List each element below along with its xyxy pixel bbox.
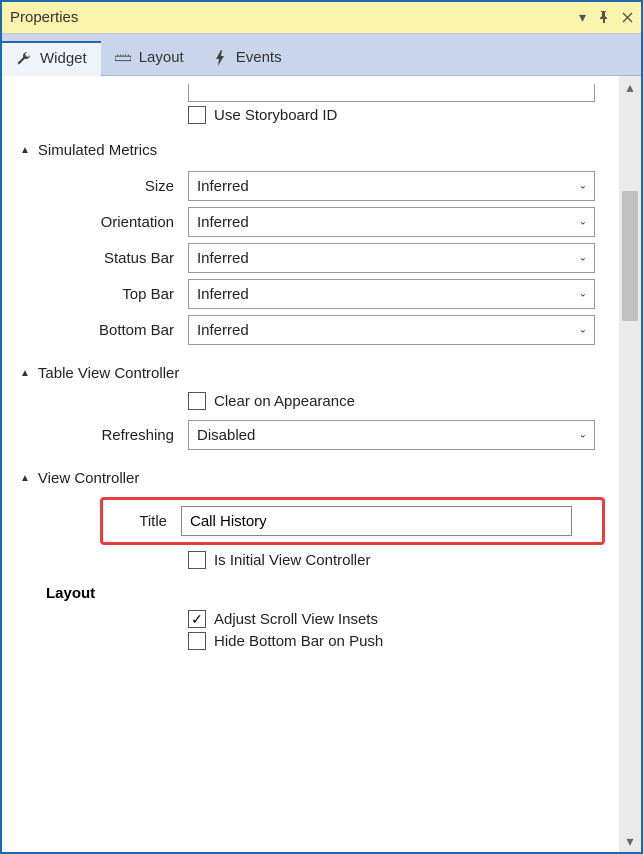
title-label: Title	[103, 513, 181, 530]
tab-label: Widget	[40, 50, 87, 67]
tab-events[interactable]: Events	[198, 40, 296, 75]
properties-content: Use Storyboard ID ▲ Simulated Metrics Si…	[2, 76, 619, 852]
scrollbar-thumb[interactable]	[622, 191, 638, 321]
panel-titlebar: Properties ▾	[2, 2, 641, 34]
section-table-view-controller[interactable]: ▲ Table View Controller	[2, 351, 615, 388]
refreshing-select[interactable]: ⌄	[188, 420, 595, 450]
titlebar-controls: ▾	[579, 9, 633, 26]
partial-field-above[interactable]	[188, 84, 595, 102]
title-input[interactable]	[181, 506, 572, 536]
is-initial-view-controller-checkbox[interactable]	[188, 551, 206, 569]
scroll-up-arrow[interactable]: ▴	[619, 76, 641, 98]
clear-on-appearance-checkbox[interactable]	[188, 392, 206, 410]
section-title: View Controller	[38, 470, 139, 487]
orientation-label: Orientation	[2, 214, 188, 231]
tab-layout[interactable]: Layout	[101, 40, 198, 75]
lightning-icon	[212, 50, 228, 66]
status-bar-label: Status Bar	[2, 250, 188, 267]
clear-on-appearance-label: Clear on Appearance	[214, 393, 355, 410]
use-storyboard-id-label: Use Storyboard ID	[214, 107, 337, 124]
top-bar-select[interactable]: ⌄	[188, 279, 595, 309]
section-simulated-metrics[interactable]: ▲ Simulated Metrics	[2, 128, 615, 165]
use-storyboard-id-checkbox[interactable]	[188, 106, 206, 124]
section-title: Simulated Metrics	[38, 142, 157, 159]
hide-bottom-bar-on-push-label: Hide Bottom Bar on Push	[214, 633, 383, 650]
collapse-icon: ▲	[20, 473, 30, 484]
panel-title: Properties	[10, 9, 78, 26]
scroll-down-arrow[interactable]: ▾	[619, 830, 641, 852]
bottom-bar-label: Bottom Bar	[2, 322, 188, 339]
section-title: Table View Controller	[38, 365, 179, 382]
collapse-icon: ▲	[20, 145, 30, 156]
size-select[interactable]: ⌄	[188, 171, 595, 201]
size-label: Size	[2, 178, 188, 195]
collapse-icon: ▲	[20, 368, 30, 379]
status-bar-select[interactable]: ⌄	[188, 243, 595, 273]
tab-label: Layout	[139, 49, 184, 66]
section-view-controller[interactable]: ▲ View Controller	[2, 456, 615, 493]
close-icon[interactable]	[622, 10, 633, 26]
adjust-scroll-view-insets-checkbox[interactable]	[188, 610, 206, 628]
wrench-icon	[16, 51, 32, 67]
vertical-scrollbar[interactable]: ▴ ▾	[619, 76, 641, 852]
hide-bottom-bar-on-push-checkbox[interactable]	[188, 632, 206, 650]
ruler-icon	[115, 50, 131, 66]
top-bar-label: Top Bar	[2, 286, 188, 303]
refreshing-label: Refreshing	[2, 427, 188, 444]
pin-icon[interactable]	[598, 10, 610, 26]
bottom-bar-select[interactable]: ⌄	[188, 315, 595, 345]
layout-subsection-header: Layout	[2, 573, 615, 606]
title-highlight: Title	[100, 497, 605, 545]
dropdown-icon[interactable]: ▾	[579, 9, 586, 26]
tab-label: Events	[236, 49, 282, 66]
orientation-select[interactable]: ⌄	[188, 207, 595, 237]
is-initial-view-controller-label: Is Initial View Controller	[214, 552, 370, 569]
tab-widget[interactable]: Widget	[2, 41, 101, 76]
properties-tabbar: Widget Layout Events	[2, 34, 641, 76]
adjust-scroll-view-insets-label: Adjust Scroll View Insets	[214, 611, 378, 628]
